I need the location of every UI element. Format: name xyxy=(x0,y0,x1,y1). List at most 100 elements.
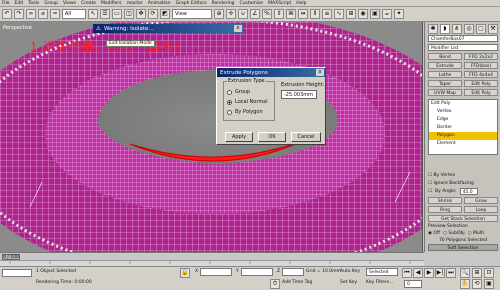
shrink-button[interactable]: Shrink xyxy=(428,197,462,204)
schematic-view-icon[interactable]: ⊞ xyxy=(346,9,356,19)
material-editor-icon[interactable]: ◉ xyxy=(358,9,368,19)
object-name-field[interactable]: ChamferBox07 xyxy=(428,35,498,42)
key-filters-button[interactable]: Key Filters... xyxy=(366,280,393,285)
auto-key-button[interactable]: Auto Key xyxy=(340,269,360,274)
pivot-center-icon[interactable]: ⊕ xyxy=(214,9,224,19)
stack-item-vertex[interactable]: Vertex xyxy=(429,108,497,116)
previous-frame-icon[interactable]: ◀ xyxy=(413,268,423,278)
extrude-dialog-titlebar[interactable]: Extrude Polygons x xyxy=(217,68,325,77)
ffd2-button[interactable]: FFD 2x2x2 xyxy=(464,53,498,60)
selected-dropdown[interactable]: Selected xyxy=(366,268,398,276)
warning-close-button[interactable]: x xyxy=(234,25,242,32)
loop-button[interactable]: Loop xyxy=(464,206,498,213)
motion-tab-icon[interactable]: ◎ xyxy=(464,24,474,34)
soft-selection-rollout[interactable]: Soft Selection xyxy=(428,244,498,251)
reference-coordinate-dropdown[interactable]: View xyxy=(172,9,212,19)
play-icon[interactable]: ▶ xyxy=(424,268,434,278)
apply-button[interactable]: Apply xyxy=(225,132,253,142)
unlink-icon[interactable]: ⌀ xyxy=(38,9,48,19)
select-by-name-icon[interactable]: ☰ xyxy=(100,9,110,19)
select-manipulate-icon[interactable]: ✢ xyxy=(226,9,236,19)
mirror-icon[interactable]: ⇹ xyxy=(298,9,308,19)
menu-reactor[interactable]: reactor xyxy=(127,1,143,6)
current-frame-input[interactable]: 0 xyxy=(404,280,422,288)
menu-edit[interactable]: Edit xyxy=(15,1,24,6)
extrude-close-button[interactable]: x xyxy=(316,69,324,76)
display-tab-icon[interactable]: ▢ xyxy=(476,24,486,34)
undo-icon[interactable]: ↶ xyxy=(2,9,12,19)
named-selection-icon[interactable]: ⌘ xyxy=(286,9,296,19)
selection-filter-dropdown[interactable]: All xyxy=(62,9,86,19)
stack-item-polygon[interactable]: Polygon xyxy=(429,132,497,140)
menu-rendering[interactable]: Rendering xyxy=(212,1,235,6)
ffd4-button[interactable]: FFD 4x4x4 xyxy=(464,71,498,78)
maxscript-listener-box[interactable] xyxy=(2,269,32,277)
by-angle-checkbox[interactable]: ☐ xyxy=(428,188,432,195)
zoom-extents-icon[interactable]: ⊡ xyxy=(484,268,494,278)
spinner-snap-icon[interactable]: ⇕ xyxy=(274,9,284,19)
stack-item-element[interactable]: Element xyxy=(429,140,497,148)
uvw-map-button[interactable]: UVW Map xyxy=(428,89,462,96)
select-move-icon[interactable]: ✥ xyxy=(136,9,146,19)
set-key-button[interactable]: Set Key xyxy=(340,280,357,285)
quick-render-icon[interactable]: ☕ xyxy=(382,9,392,19)
edit-poly-button-2[interactable]: Edit Poly xyxy=(464,89,498,96)
menu-modifiers[interactable]: Modifiers xyxy=(101,1,122,6)
snap-toggle-icon[interactable]: ∪ xyxy=(238,9,248,19)
menu-views[interactable]: Views xyxy=(63,1,76,6)
isolate-warning-dialog[interactable]: ⚠ Warning: Isolate... x xyxy=(93,24,243,33)
rectangle-selection-icon[interactable]: ▭ xyxy=(112,9,122,19)
angle-snap-icon[interactable]: ∠ xyxy=(250,9,260,19)
hierarchy-tab-icon[interactable]: ⋔ xyxy=(452,24,462,34)
add-time-tag-icon[interactable]: ⏱ xyxy=(270,279,280,289)
stack-item-edit-poly[interactable]: Edit Poly xyxy=(429,100,497,108)
menu-graph-editors[interactable]: Graph Editors xyxy=(176,1,207,6)
by-angle-input[interactable]: 45.0 xyxy=(459,188,478,195)
viewport-label[interactable]: Perspective xyxy=(3,25,32,31)
next-frame-icon[interactable]: ▶| xyxy=(435,268,445,278)
radio-group[interactable]: Group xyxy=(227,89,271,95)
menu-tools[interactable]: Tools xyxy=(28,1,39,6)
go-to-start-icon[interactable]: ⏮ xyxy=(402,268,412,278)
percent-snap-icon[interactable]: % xyxy=(262,9,272,19)
ignore-backfacing-checkbox[interactable]: ☐ Ignore Backfacing xyxy=(428,180,498,187)
cancel-button[interactable]: Cancel xyxy=(291,132,321,142)
curve-editor-icon[interactable]: ∿ xyxy=(334,9,344,19)
create-tab-icon[interactable]: ✱ xyxy=(428,24,438,34)
extrude-modifier-button[interactable]: Extrude xyxy=(428,62,462,69)
grow-button[interactable]: Grow xyxy=(464,197,498,204)
render-scene-icon[interactable]: ▣ xyxy=(370,9,380,19)
ok-button[interactable]: OK xyxy=(258,132,286,142)
ffd-box-button[interactable]: FFD(box) xyxy=(464,62,498,69)
x-coordinate-input[interactable] xyxy=(200,268,232,276)
maximize-viewport-icon[interactable]: ▣ xyxy=(484,279,494,289)
lathe-button[interactable]: Lathe xyxy=(428,71,462,78)
lock-selection-icon[interactable]: 🔒 xyxy=(180,268,190,278)
select-scale-icon[interactable]: ◩ xyxy=(160,9,170,19)
get-stack-selection-button[interactable]: Get Stack Selection xyxy=(428,215,498,222)
by-vertex-checkbox[interactable]: ☐ By Vertex xyxy=(428,172,498,179)
time-slider[interactable]: 0 / 100 xyxy=(0,252,424,260)
go-to-end-icon[interactable]: ⏭ xyxy=(446,268,456,278)
select-object-icon[interactable]: ↖ xyxy=(88,9,98,19)
ring-button[interactable]: Ring xyxy=(428,206,462,213)
radio-local-normal[interactable]: Local Normal xyxy=(227,99,271,105)
align-icon[interactable]: ⫴ xyxy=(310,9,320,19)
menu-help[interactable]: Help xyxy=(296,1,306,6)
layer-manager-icon[interactable]: ≡ xyxy=(322,9,332,19)
modify-tab-icon[interactable]: ◗ xyxy=(440,24,450,34)
stack-item-border[interactable]: Border xyxy=(429,124,497,132)
link-icon[interactable]: ∞ xyxy=(26,9,36,19)
arc-rotate-icon[interactable]: ⟲ xyxy=(472,279,482,289)
redo-icon[interactable]: ↷ xyxy=(14,9,24,19)
z-coordinate-input[interactable] xyxy=(282,268,304,276)
stack-item-edge[interactable]: Edge xyxy=(429,116,497,124)
preview-off-radio[interactable]: ◉ Off xyxy=(428,230,440,237)
menu-create[interactable]: Create xyxy=(81,1,96,6)
bind-space-warp-icon[interactable]: ≈ xyxy=(50,9,60,19)
preview-subobj-radio[interactable]: ○ SubObj xyxy=(443,230,465,237)
pan-icon[interactable]: ✋ xyxy=(460,279,470,289)
menu-maxscript[interactable]: MAXScript xyxy=(268,1,291,6)
render-last-icon[interactable]: ✦ xyxy=(394,9,404,19)
extrusion-height-input[interactable]: -25.003mm xyxy=(281,90,317,99)
